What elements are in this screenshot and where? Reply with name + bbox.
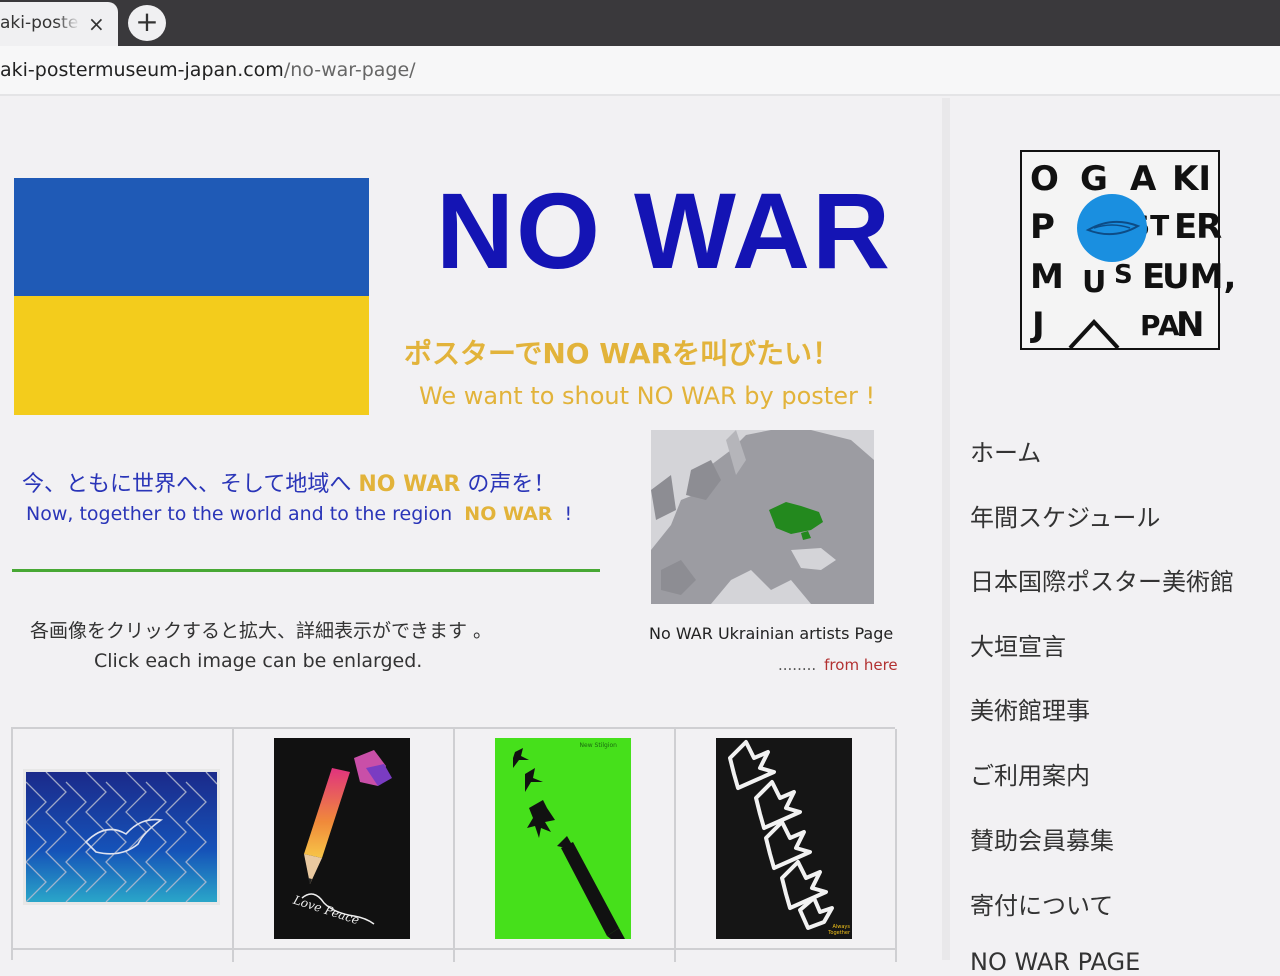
en-message: Now, together to the world and to the re… [26,503,572,525]
en-message-highlight: NO WAR [464,503,553,525]
main-content: NO WAR ポスターでNO WARを叫びたい！ We want to shou… [0,98,942,962]
url-path: /no-war-page/ [283,59,416,81]
en-shout-text: We want to shout NO WAR by poster ! [419,382,876,410]
tab-title: aki-posterm [0,13,80,33]
flag-blue-stripe [14,178,369,296]
nav-item-guide[interactable]: ご利用案内 [970,756,1090,791]
europe-map-image[interactable] [651,430,874,604]
poster-small-text: New Stilgion [579,742,617,749]
ukraine-flag [14,178,369,415]
logo-letter: R [1196,207,1223,247]
new-tab-button[interactable]: + [128,5,166,41]
tab-bar: aki-posterm × + [0,0,1280,46]
poster-love-peace[interactable]: Love Peace [274,738,410,939]
grid-cell [13,729,234,962]
jp-shout-text: ポスターでNO WARを叫びたい！ [404,337,841,370]
green-divider [12,569,600,572]
nav-item-declaration[interactable]: 大垣宣言 [970,627,1066,662]
grid-row-divider [13,948,897,950]
en-message-prefix: Now, together to the world and to the re… [26,503,465,525]
url-host: aki-postermuseum-japan.com [0,59,284,81]
address-bar[interactable]: aki-postermuseum-japan.com/no-war-page/ [0,46,1280,96]
always-together-text: Always Together [828,924,850,936]
jp-message-highlight: NO WAR [358,472,461,497]
nav-item-members[interactable]: 賛助会員募集 [970,821,1114,856]
grid-cell: New Stilgion [455,729,676,962]
jp-instruction: 各画像をクリックすると拡大、詳細表示ができます 。 [30,620,493,642]
grid-cell: Always Together [676,729,897,962]
grid-cell: Love Peace [234,729,455,962]
page-title: NO WAR [436,170,892,291]
logo-globe-graphic [1068,194,1147,350]
jp-message: 今、ともに世界へ、そして地域へ NO WAR の声を！ [22,466,555,498]
nav-item-donation[interactable]: 寄付について [970,886,1113,921]
poster-green-jets[interactable]: New Stilgion [495,738,631,939]
link-dots: ........ [778,656,817,674]
jp-message-suffix: の声を！ [460,472,556,497]
from-here-link[interactable]: ........ from here [778,656,898,674]
ogaki-poster-museum-logo[interactable]: O G A KI P ST E R M U S E UM, J PA N [1020,150,1236,350]
poster-grid: Love Peace New Stilgion Always Together [11,727,897,962]
nav-item-directors[interactable]: 美術館理事 [970,691,1090,726]
en-instruction: Click each image can be enlarged. [94,650,423,672]
white-birds-graphic [728,740,834,930]
map-graphic [651,430,874,604]
logo-letter: J [1032,305,1045,345]
nav-item-museum[interactable]: 日本国際ポスター美術館 [970,562,1234,597]
from-here-link-text: from here [824,656,898,674]
nav-item-no-war-page[interactable]: NO WAR PAGE [970,948,1140,976]
web-page: NO WAR ポスターでNO WARを叫びたい！ We want to shou… [0,98,1280,976]
nav-item-schedule[interactable]: 年間スケジュール [970,498,1160,533]
map-caption: No WAR Ukrainian artists Page [649,624,894,643]
browser-tab[interactable]: aki-posterm × [0,2,118,46]
sidebar-divider [942,98,950,960]
chain-fence-graphic [26,772,217,902]
poster-white-birds[interactable]: Always Together [716,738,852,939]
en-message-suffix: ! [552,503,573,525]
nav-item-home[interactable]: ホーム [970,433,1041,468]
jp-message-prefix: 今、ともに世界へ、そして地域へ [22,472,359,497]
flag-yellow-stripe [14,296,369,415]
close-tab-icon[interactable]: × [88,12,105,36]
jets-missile-graphic [513,748,625,939]
poster-dove-fence[interactable] [23,769,220,905]
url-text[interactable]: aki-postermuseum-japan.com/no-war-page/ [0,59,416,81]
